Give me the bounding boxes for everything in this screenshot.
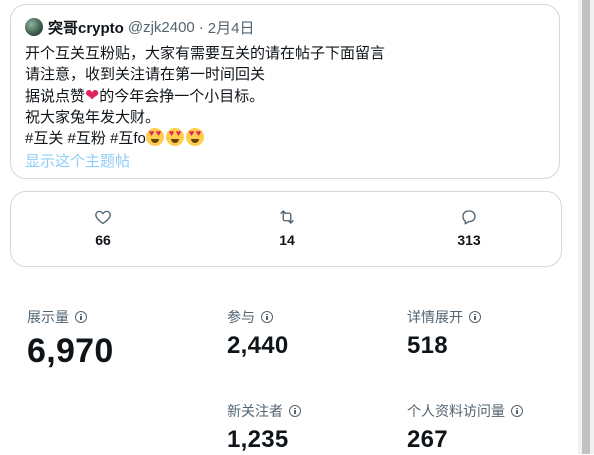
stat-label: 详情展开 bbox=[407, 307, 481, 327]
info-icon[interactable] bbox=[511, 405, 523, 417]
info-icon[interactable] bbox=[261, 311, 273, 323]
info-icon[interactable] bbox=[469, 311, 481, 323]
hashtags[interactable]: #互关 #互粉 #互fo bbox=[25, 130, 146, 147]
stat-label: 个人资料访问量 bbox=[407, 401, 523, 421]
scrollbar-thumb[interactable] bbox=[582, 0, 590, 454]
tweet-header: 突哥crypto @zjk2400 · 2月4日 bbox=[25, 17, 254, 37]
heart-eyes-emoji-icon bbox=[165, 128, 184, 146]
reply-bubble-icon bbox=[439, 208, 499, 226]
replies-count: 313 bbox=[457, 232, 481, 248]
reposts-button[interactable]: 14 bbox=[257, 208, 317, 248]
header-separator: · bbox=[198, 18, 204, 36]
heart-eyes-emoji-icon bbox=[185, 128, 204, 146]
tweet-line-part: 的今年会挣一个小目标。 bbox=[99, 88, 265, 105]
author-name[interactable]: 突哥crypto bbox=[48, 17, 124, 38]
tweet-text: 开个互关互粉贴，大家有需要互关的请在帖子下面留言 请注意，收到关注请在第一时间回… bbox=[25, 43, 545, 172]
stat-label-text: 展示量 bbox=[27, 309, 69, 325]
tweet-date[interactable]: 2月4日 bbox=[208, 17, 255, 38]
stat-detail-expands: 详情展开 518 bbox=[407, 307, 481, 361]
stat-label-text: 个人资料访问量 bbox=[407, 403, 505, 419]
retweet-icon bbox=[257, 208, 317, 226]
stat-value: 2,440 bbox=[227, 332, 289, 359]
stat-label: 展示量 bbox=[27, 307, 114, 327]
stat-engagements: 参与 2,440 bbox=[227, 307, 289, 361]
stat-label: 参与 bbox=[227, 307, 289, 327]
stat-value: 6,970 bbox=[27, 332, 114, 370]
stat-new-followers: 新关注者 1,235 bbox=[227, 401, 301, 455]
scrollbar-track[interactable] bbox=[578, 0, 594, 454]
tweet-line-part: 据说点赞 bbox=[25, 88, 86, 105]
show-thread-link[interactable]: 显示这个主题帖 bbox=[25, 151, 545, 172]
stat-value: 518 bbox=[407, 332, 448, 359]
heart-eyes-emoji-icon bbox=[145, 128, 164, 146]
hashtag-line: #互关 #互粉 #互fo bbox=[25, 128, 545, 149]
engagement-card: 66 14 313 bbox=[10, 191, 562, 267]
author-handle[interactable]: @zjk2400 bbox=[128, 19, 195, 36]
likes-count: 66 bbox=[95, 232, 111, 248]
heart-outline-icon bbox=[73, 208, 133, 226]
stat-label-text: 新关注者 bbox=[227, 403, 283, 419]
tweet-line: 据说点赞❤的今年会挣一个小目标。 bbox=[25, 85, 545, 107]
tweet-line: 祝大家兔年发大财。 bbox=[25, 109, 161, 126]
likes-button[interactable]: 66 bbox=[73, 208, 133, 248]
stat-impressions: 展示量 6,970 bbox=[27, 307, 114, 371]
stat-label: 新关注者 bbox=[227, 401, 301, 421]
avatar[interactable] bbox=[25, 18, 43, 36]
stat-label-text: 详情展开 bbox=[407, 309, 463, 325]
stat-value: 1,235 bbox=[227, 426, 289, 453]
reposts-count: 14 bbox=[279, 232, 295, 248]
replies-button[interactable]: 313 bbox=[439, 208, 499, 248]
stat-label-text: 参与 bbox=[227, 309, 255, 325]
stat-profile-visits: 个人资料访问量 267 bbox=[407, 401, 523, 455]
stat-value: 267 bbox=[407, 426, 448, 453]
tweet-card[interactable]: 突哥crypto @zjk2400 · 2月4日 开个互关互粉贴，大家有需要互关… bbox=[10, 4, 560, 179]
red-heart-emoji-icon: ❤ bbox=[85, 86, 100, 105]
tweet-line: 请注意，收到关注请在第一时间回关 bbox=[25, 66, 266, 83]
info-icon[interactable] bbox=[75, 311, 87, 323]
tweet-line: 开个互关互粉贴，大家有需要互关的请在帖子下面留言 bbox=[25, 45, 386, 62]
info-icon[interactable] bbox=[289, 405, 301, 417]
